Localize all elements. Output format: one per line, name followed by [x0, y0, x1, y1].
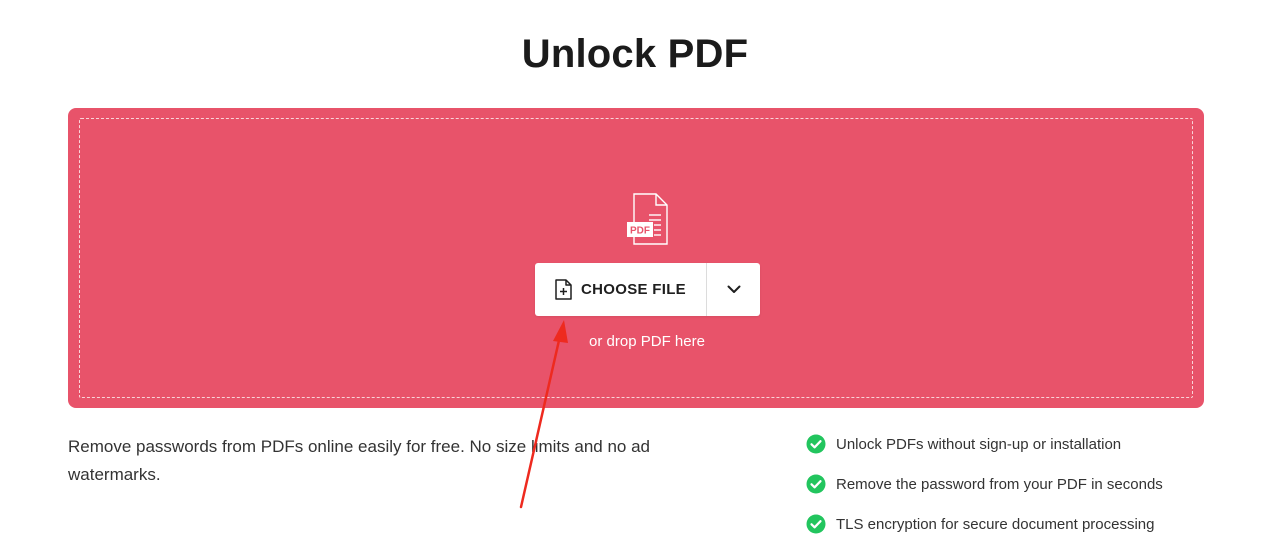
feature-item: TLS encryption for secure document proce…	[806, 512, 1163, 536]
choose-file-button[interactable]: CHOOSE FILE	[535, 263, 707, 316]
check-circle-icon	[806, 514, 826, 534]
feature-list: Unlock PDFs without sign-up or installat…	[806, 432, 1163, 552]
drop-hint-text: or drop PDF here	[589, 333, 705, 350]
add-file-icon	[555, 279, 572, 300]
file-dropzone[interactable]: PDF CHOOSE FILE or drop PDF here	[68, 108, 1204, 408]
dropzone-dashed-border: PDF CHOOSE FILE or drop PDF here	[79, 118, 1193, 398]
feature-item: Unlock PDFs without sign-up or installat…	[806, 432, 1163, 456]
tool-description: Remove passwords from PDFs online easily…	[68, 437, 651, 484]
feature-label: Unlock PDFs without sign-up or installat…	[836, 435, 1122, 453]
choose-file-group: CHOOSE FILE	[535, 263, 760, 316]
page: Unlock PDF PDF CHOOSE FILE or drop PDF h…	[0, 0, 1284, 555]
pdf-file-icon-label: PDF	[630, 226, 650, 237]
choose-file-label: CHOOSE FILE	[581, 281, 686, 298]
upload-source-dropdown-button[interactable]	[707, 263, 760, 316]
page-title: Unlock PDF	[521, 32, 749, 76]
pdf-file-icon: PDF	[627, 193, 668, 245]
check-circle-icon	[806, 434, 826, 454]
chevron-down-icon	[727, 285, 740, 293]
check-circle-icon	[806, 474, 826, 494]
feature-item: Remove the password from your PDF in sec…	[806, 472, 1163, 496]
feature-label: TLS encryption for secure document proce…	[836, 515, 1155, 533]
feature-label: Remove the password from your PDF in sec…	[836, 475, 1163, 493]
